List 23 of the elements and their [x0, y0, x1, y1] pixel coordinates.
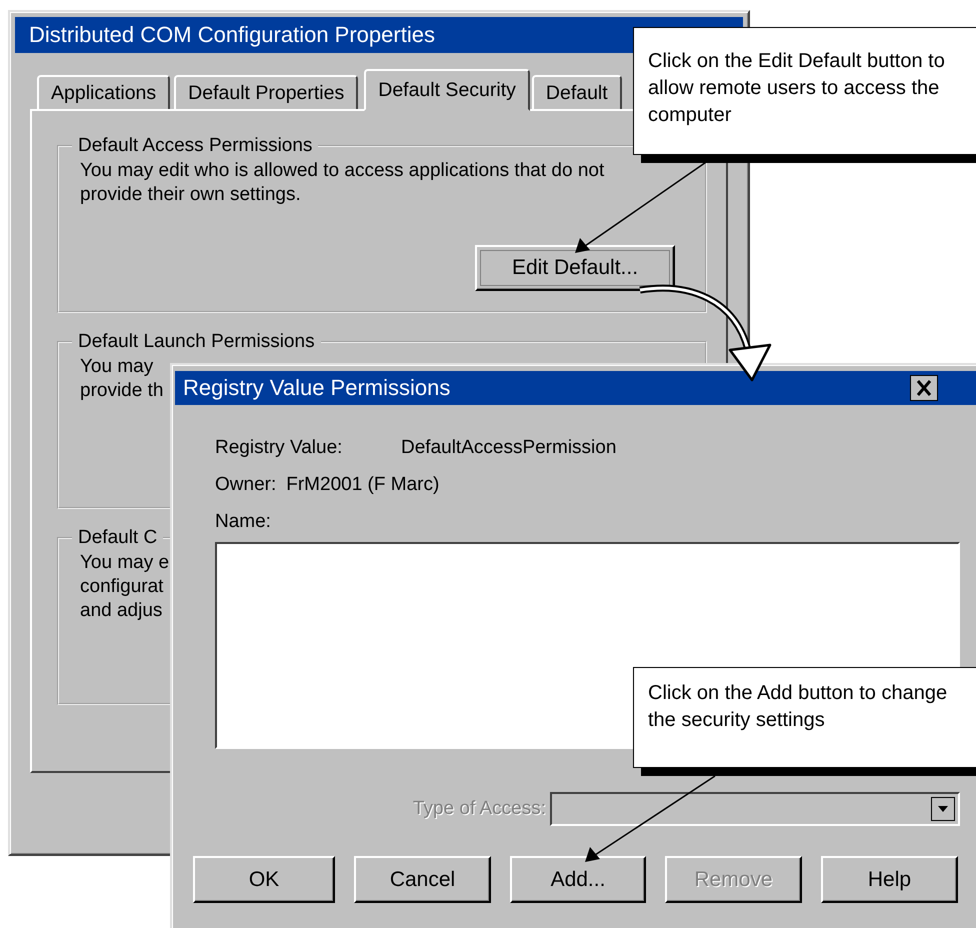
tab[interactable]: Applications [37, 75, 170, 111]
dialog-button[interactable]: Add... [510, 856, 646, 903]
type-of-access-label: Type of Access: [412, 798, 546, 820]
group-label: Default Launch Permissions [77, 331, 316, 353]
tab[interactable]: Default Security [364, 69, 530, 111]
registry-value: DefaultAccessPermission [401, 437, 616, 458]
group-description: You may provide th [80, 355, 164, 403]
owner-value: FrM2001 (F Marc) [286, 474, 440, 495]
dialog-title: Registry Value Permissions [183, 374, 450, 402]
edit-default-button[interactable]: Edit Default... [475, 245, 675, 291]
group-description: You may edit who is allowed to access applications that do not provide their own settings. [80, 159, 604, 207]
group-label: Default Access Permissions [77, 135, 314, 157]
dialog-button[interactable]: Cancel [354, 856, 491, 903]
dialog-button[interactable]: OK [193, 856, 335, 903]
tab[interactable]: Default [532, 75, 622, 111]
callout-text: Click on the Add button to change the security settings [648, 681, 948, 733]
group-description: You may e configurat and adjus [80, 551, 170, 623]
registry-value-label: Registry Value: [215, 436, 344, 460]
tab[interactable]: Default Properties [174, 75, 358, 111]
owner-label: Owner: [215, 473, 276, 497]
dialog-button[interactable]: Help [821, 856, 958, 903]
group-label: Default C [77, 527, 158, 549]
name-label: Name: [215, 511, 271, 532]
